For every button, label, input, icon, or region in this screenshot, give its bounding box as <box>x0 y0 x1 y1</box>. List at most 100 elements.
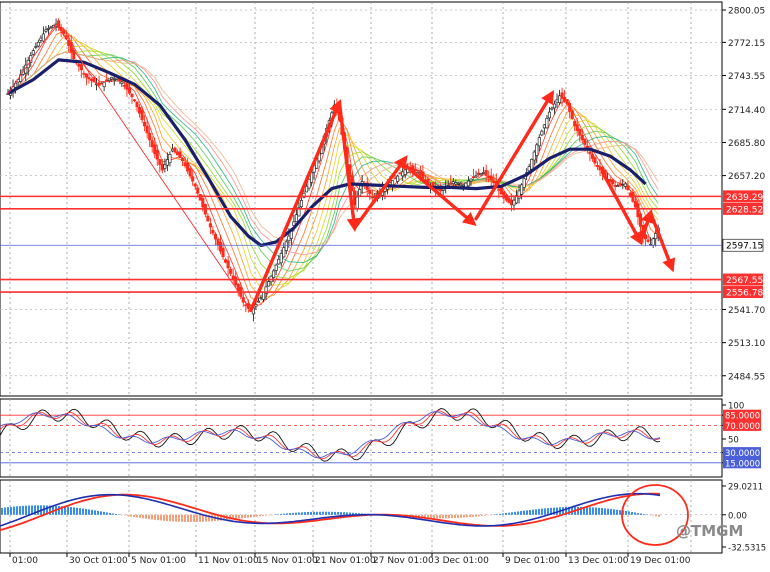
macd-hist-bar <box>484 514 486 516</box>
candle-body <box>145 125 149 134</box>
macd-hist-bar <box>109 512 111 515</box>
date-tick-label: 5 Nov 01:00 <box>131 556 186 566</box>
candle-body <box>213 233 218 240</box>
macd-hist-bar <box>1 507 3 515</box>
candle-body <box>294 214 298 222</box>
ma-ribbon-line <box>7 34 659 299</box>
macd-hist-bar <box>652 514 654 516</box>
candle-body <box>613 185 617 187</box>
candle-body <box>512 199 516 206</box>
price-tick-label: 2800.05 <box>728 7 765 17</box>
candle-body <box>274 264 278 271</box>
candle-body <box>540 130 544 136</box>
macd-hist-bar <box>238 514 240 519</box>
macd-hist-bar <box>436 514 438 519</box>
level-label: 2567.55 <box>726 276 763 286</box>
macd-hist-bar <box>526 510 528 515</box>
candle-body <box>256 300 261 303</box>
candle-body <box>140 110 144 120</box>
macd-hist-bar <box>481 514 483 516</box>
candle-body <box>82 72 86 75</box>
candle-body <box>135 101 139 108</box>
candle-body <box>188 168 192 177</box>
ma-dark-line <box>7 58 647 247</box>
axis-layer: 2800.05 2772.15 2743.55 2714.40 2685.80 2657.… <box>9 7 766 566</box>
macd-hist-bar <box>268 514 270 516</box>
macd-hist-bar <box>187 514 189 522</box>
candle-body <box>654 233 658 240</box>
candle-body <box>611 179 615 185</box>
chart-window: 2800.05 2772.15 2743.55 2714.40 2685.80 2657.… <box>0 0 770 568</box>
level-label: 2597.15 <box>726 242 763 252</box>
macd-hist-bar <box>466 514 468 518</box>
macd-hist-bar <box>262 514 264 516</box>
macd-hist-bar <box>271 514 273 516</box>
macd-hist-bar <box>658 514 660 517</box>
macd-hist-bar <box>13 506 15 515</box>
candle-body <box>211 230 215 234</box>
macd-hist-bar <box>85 508 87 515</box>
trend-arrow <box>403 163 477 227</box>
candle-body <box>456 183 460 185</box>
candle-body <box>547 111 551 119</box>
macd-hist-bar <box>127 514 129 517</box>
candle-body <box>31 50 35 55</box>
candle-body <box>44 29 48 32</box>
stochastic-panel-frame <box>0 398 723 478</box>
candle-body <box>441 188 445 191</box>
candle-body <box>418 170 422 176</box>
candle-body <box>535 144 539 156</box>
macd-hist-bar <box>331 511 333 515</box>
macd-hist-bar <box>508 512 510 515</box>
candle-body <box>396 175 400 182</box>
date-tick-label: 01:00 <box>12 556 38 566</box>
trading-chart-svg: 2800.05 2772.15 2743.55 2714.40 2685.80 2657.… <box>0 1 766 566</box>
candle-body <box>469 178 473 182</box>
macd-hist-bar <box>313 511 315 515</box>
candle-body <box>191 176 195 182</box>
macd-hist-bar <box>586 507 588 515</box>
candle-body <box>413 168 417 172</box>
candle-body <box>552 103 557 109</box>
candle-body <box>527 166 531 172</box>
candle-body <box>148 132 152 141</box>
stoch-d-line <box>0 410 661 460</box>
macd-hist-bar <box>541 508 543 515</box>
candle-body <box>165 159 169 166</box>
candle-body <box>226 260 230 269</box>
macd-hist-bar <box>628 511 630 515</box>
date-tick-label: 19 Dec 01:00 <box>630 556 691 566</box>
candle-body <box>489 175 493 181</box>
stoch-level-label: 70.0000 <box>725 422 760 432</box>
candle-body <box>115 79 119 82</box>
macd-hist-bar <box>283 513 285 515</box>
macd-hist-bar <box>190 514 192 522</box>
candle-body <box>138 106 142 114</box>
price-tick-label: 2513.10 <box>728 339 765 349</box>
candle-body <box>368 189 372 195</box>
candle-body <box>482 172 486 174</box>
macd-hist-bar <box>616 509 618 515</box>
candle-body <box>193 183 197 187</box>
level-label: 2556.78 <box>726 289 763 299</box>
candle-body <box>636 203 640 218</box>
macd-hist-bar <box>298 512 300 515</box>
candle-body <box>401 171 405 177</box>
macd-hist-bar <box>646 514 648 516</box>
macd-hist-bar <box>154 514 156 520</box>
level-label: 2639.29 <box>726 193 763 203</box>
candle-body <box>143 121 147 127</box>
price-tick-label: 2772.15 <box>728 39 765 49</box>
price-tick-label: 2743.55 <box>728 72 765 82</box>
macd-hist-bar <box>181 514 183 522</box>
candle-body <box>565 99 569 105</box>
price-tick-label: 2484.55 <box>728 372 765 382</box>
macd-hist-bar <box>505 513 507 515</box>
candle-body <box>87 77 91 80</box>
candle-body <box>175 151 180 156</box>
candle-body <box>555 99 559 103</box>
date-tick-label: 13 Dec 01:00 <box>568 556 629 566</box>
macd-hist-bar <box>292 512 294 515</box>
macd-hist-bar <box>517 511 519 515</box>
candle-body <box>229 269 233 274</box>
